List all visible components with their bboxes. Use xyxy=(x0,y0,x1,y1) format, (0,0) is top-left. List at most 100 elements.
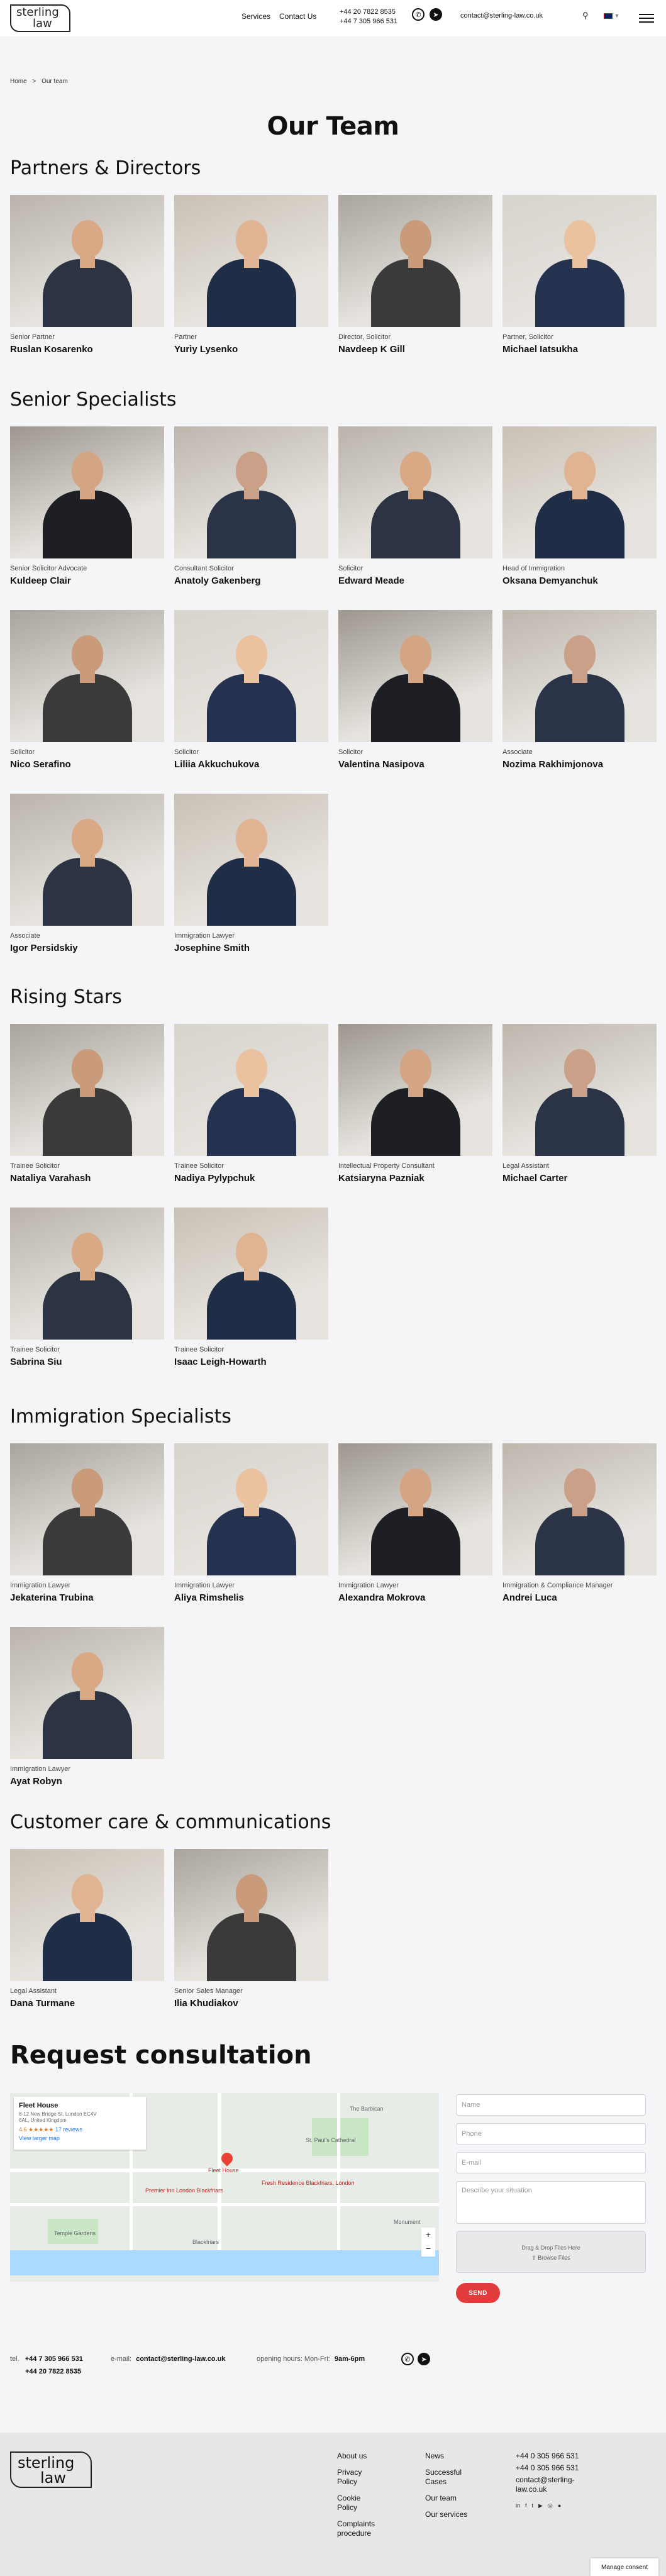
team-member-name[interactable]: Ruslan Kosarenko xyxy=(10,344,164,355)
team-member-name[interactable]: Dana Turmane xyxy=(10,1998,164,2009)
team-member-name[interactable]: Nico Serafino xyxy=(10,759,164,770)
footer-email[interactable]: contact@sterling-law.co.uk xyxy=(516,2475,591,2494)
team-member-name[interactable]: Alexandra Mokrova xyxy=(338,1592,492,1603)
team-member-name[interactable]: Michael Iatsukha xyxy=(502,344,657,355)
map-pin-icon[interactable] xyxy=(219,2150,235,2167)
footer-link[interactable]: About us xyxy=(337,2451,381,2461)
contact-email[interactable]: contact@sterling-law.co.uk xyxy=(136,2355,225,2363)
team-member-card[interactable]: Solicitor Edward Meade xyxy=(338,426,492,586)
contact-phone-2[interactable]: +44 20 7822 8535 xyxy=(25,2368,81,2375)
twitter-icon[interactable]: t xyxy=(532,2501,534,2511)
team-member-card[interactable]: Legal Assistant Dana Turmane xyxy=(10,1849,164,2009)
view-larger-map-link[interactable]: View larger map xyxy=(19,2135,141,2141)
team-member-name[interactable]: Igor Persidskiy xyxy=(10,943,164,953)
search-icon[interactable]: ⚲ xyxy=(582,11,589,21)
team-member-name[interactable]: Nadiya Pylypchuk xyxy=(174,1173,328,1184)
team-member-card[interactable]: Associate Igor Persidskiy xyxy=(10,794,164,953)
language-selector[interactable]: ▼ xyxy=(604,13,619,19)
header-phone-1[interactable]: +44 20 7822 8535 xyxy=(340,8,397,17)
team-member-name[interactable]: Michael Carter xyxy=(502,1173,657,1184)
footer-logo[interactable]: sterling law xyxy=(10,2451,92,2488)
footer-link[interactable]: Our team xyxy=(425,2494,469,2503)
team-member-card[interactable]: Head of Immigration Oksana Demyanchuk xyxy=(502,426,657,586)
location-map[interactable]: Fleet House St. Paul's Cathedral Premier… xyxy=(10,2093,439,2282)
footer-link[interactable]: Complaints procedure xyxy=(337,2519,381,2538)
team-member-card[interactable]: Trainee Solicitor Nadiya Pylypchuk xyxy=(174,1024,328,1184)
logo[interactable]: sterling law xyxy=(10,4,70,32)
team-member-card[interactable]: Trainee Solicitor Nataliya Varahash xyxy=(10,1024,164,1184)
team-member-card[interactable]: Senior Sales Manager Ilia Khudiakov xyxy=(174,1849,328,2009)
facebook-icon[interactable]: f xyxy=(525,2501,527,2511)
team-member-name[interactable]: Kuldeep Clair xyxy=(10,575,164,586)
team-member-card[interactable]: Associate Nozima Rakhimjonova xyxy=(502,610,657,770)
team-member-card[interactable]: Partner Yuriy Lysenko xyxy=(174,195,328,355)
team-member-card[interactable]: Intellectual Property Consultant Katsiary… xyxy=(338,1024,492,1184)
team-member-card[interactable]: Senior Solicitor Advocate Kuldeep Clair xyxy=(10,426,164,586)
team-member-name[interactable]: Aliya Rimshelis xyxy=(174,1592,328,1603)
situation-field[interactable]: Describe your situation xyxy=(456,2181,646,2224)
team-member-card[interactable]: Senior Partner Ruslan Kosarenko xyxy=(10,195,164,355)
team-member-card[interactable]: Immigration Lawyer Ayat Robyn xyxy=(10,1627,164,1787)
team-member-name[interactable]: Ilia Khudiakov xyxy=(174,1998,328,2009)
name-field[interactable]: Name xyxy=(456,2094,646,2116)
footer-phone[interactable]: +44 0 305 966 531 xyxy=(516,2451,591,2461)
team-member-name[interactable]: Josephine Smith xyxy=(174,943,328,953)
team-member-card[interactable]: Immigration Lawyer Aliya Rimshelis xyxy=(174,1443,328,1603)
browse-files-button[interactable]: ⇧ Browse Files xyxy=(457,2255,645,2262)
team-member-name[interactable]: Navdeep K Gill xyxy=(338,344,492,355)
youtube-icon[interactable]: ▶ xyxy=(538,2501,543,2511)
footer-phone[interactable]: +44 0 305 966 531 xyxy=(516,2463,591,2473)
breadcrumb-home[interactable]: Home xyxy=(10,78,27,85)
team-member-card[interactable]: Partner, Solicitor Michael Iatsukha xyxy=(502,195,657,355)
footer-link[interactable]: Cookie Policy xyxy=(337,2494,381,2512)
team-member-name[interactable]: Isaac Leigh-Howarth xyxy=(174,1357,328,1367)
team-member-card[interactable]: Director, Solicitor Navdeep K Gill xyxy=(338,195,492,355)
manage-consent-button[interactable]: Manage consent xyxy=(591,2558,658,2576)
team-member-name[interactable]: Yuriy Lysenko xyxy=(174,344,328,355)
contact-phone-1[interactable]: +44 7 305 966 531 xyxy=(25,2355,83,2363)
team-member-card[interactable]: Immigration Lawyer Josephine Smith xyxy=(174,794,328,953)
map-zoom-controls[interactable]: + − xyxy=(421,2228,435,2257)
nav-contact-us[interactable]: Contact Us xyxy=(279,12,316,21)
telegram-icon[interactable]: ➤ xyxy=(418,2353,430,2365)
team-member-name[interactable]: Nataliya Varahash xyxy=(10,1173,164,1184)
team-member-name[interactable]: Nozima Rakhimjonova xyxy=(502,759,657,770)
nav-services[interactable]: Services xyxy=(241,12,270,21)
medium-icon[interactable]: ● xyxy=(558,2501,561,2511)
footer-link[interactable]: Successful Cases xyxy=(425,2468,469,2487)
team-member-name[interactable]: Anatoly Gakenberg xyxy=(174,575,328,586)
team-member-card[interactable]: Solicitor Liliia Akkuchukova xyxy=(174,610,328,770)
footer-link[interactable]: Our services xyxy=(425,2510,469,2519)
team-member-card[interactable]: Immigration Lawyer Jekaterina Trubina xyxy=(10,1443,164,1603)
team-member-name[interactable]: Oksana Demyanchuk xyxy=(502,575,657,586)
team-member-card[interactable]: Consultant Solicitor Anatoly Gakenberg xyxy=(174,426,328,586)
email-field[interactable]: E-mail xyxy=(456,2152,646,2174)
whatsapp-icon[interactable]: ✆ xyxy=(412,8,425,21)
whatsapp-icon[interactable]: ✆ xyxy=(401,2353,414,2365)
send-button[interactable]: SEND xyxy=(456,2283,500,2303)
team-member-name[interactable]: Jekaterina Trubina xyxy=(10,1592,164,1603)
team-member-name[interactable]: Katsiaryna Pazniak xyxy=(338,1173,492,1184)
team-member-name[interactable]: Sabrina Siu xyxy=(10,1357,164,1367)
linkedin-icon[interactable]: in xyxy=(516,2501,520,2511)
team-member-card[interactable]: Solicitor Nico Serafino xyxy=(10,610,164,770)
team-member-card[interactable]: Trainee Solicitor Sabrina Siu xyxy=(10,1208,164,1367)
team-member-card[interactable]: Immigration Lawyer Alexandra Mokrova xyxy=(338,1443,492,1603)
team-member-card[interactable]: Solicitor Valentina Nasipova xyxy=(338,610,492,770)
footer-link[interactable]: News xyxy=(425,2451,469,2461)
phone-field[interactable]: Phone xyxy=(456,2123,646,2145)
file-dropzone[interactable]: Drag & Drop Files Here ⇧ Browse Files xyxy=(456,2231,646,2273)
team-member-card[interactable]: Legal Assistant Michael Carter xyxy=(502,1024,657,1184)
header-phone-2[interactable]: +44 7 305 966 531 xyxy=(340,17,397,26)
menu-icon[interactable] xyxy=(639,14,654,25)
instagram-icon[interactable]: ◎ xyxy=(548,2501,553,2511)
team-member-name[interactable]: Liliia Akkuchukova xyxy=(174,759,328,770)
header-email[interactable]: contact@sterling-law.co.uk xyxy=(460,12,543,19)
team-member-name[interactable]: Valentina Nasipova xyxy=(338,759,492,770)
team-member-name[interactable]: Ayat Robyn xyxy=(10,1776,164,1787)
team-member-name[interactable]: Edward Meade xyxy=(338,575,492,586)
footer-link[interactable]: Privacy Policy xyxy=(337,2468,381,2487)
team-member-name[interactable]: Andrei Luca xyxy=(502,1592,657,1603)
team-member-card[interactable]: Trainee Solicitor Isaac Leigh-Howarth xyxy=(174,1208,328,1367)
team-member-card[interactable]: Immigration & Compliance Manager Andrei L… xyxy=(502,1443,657,1603)
